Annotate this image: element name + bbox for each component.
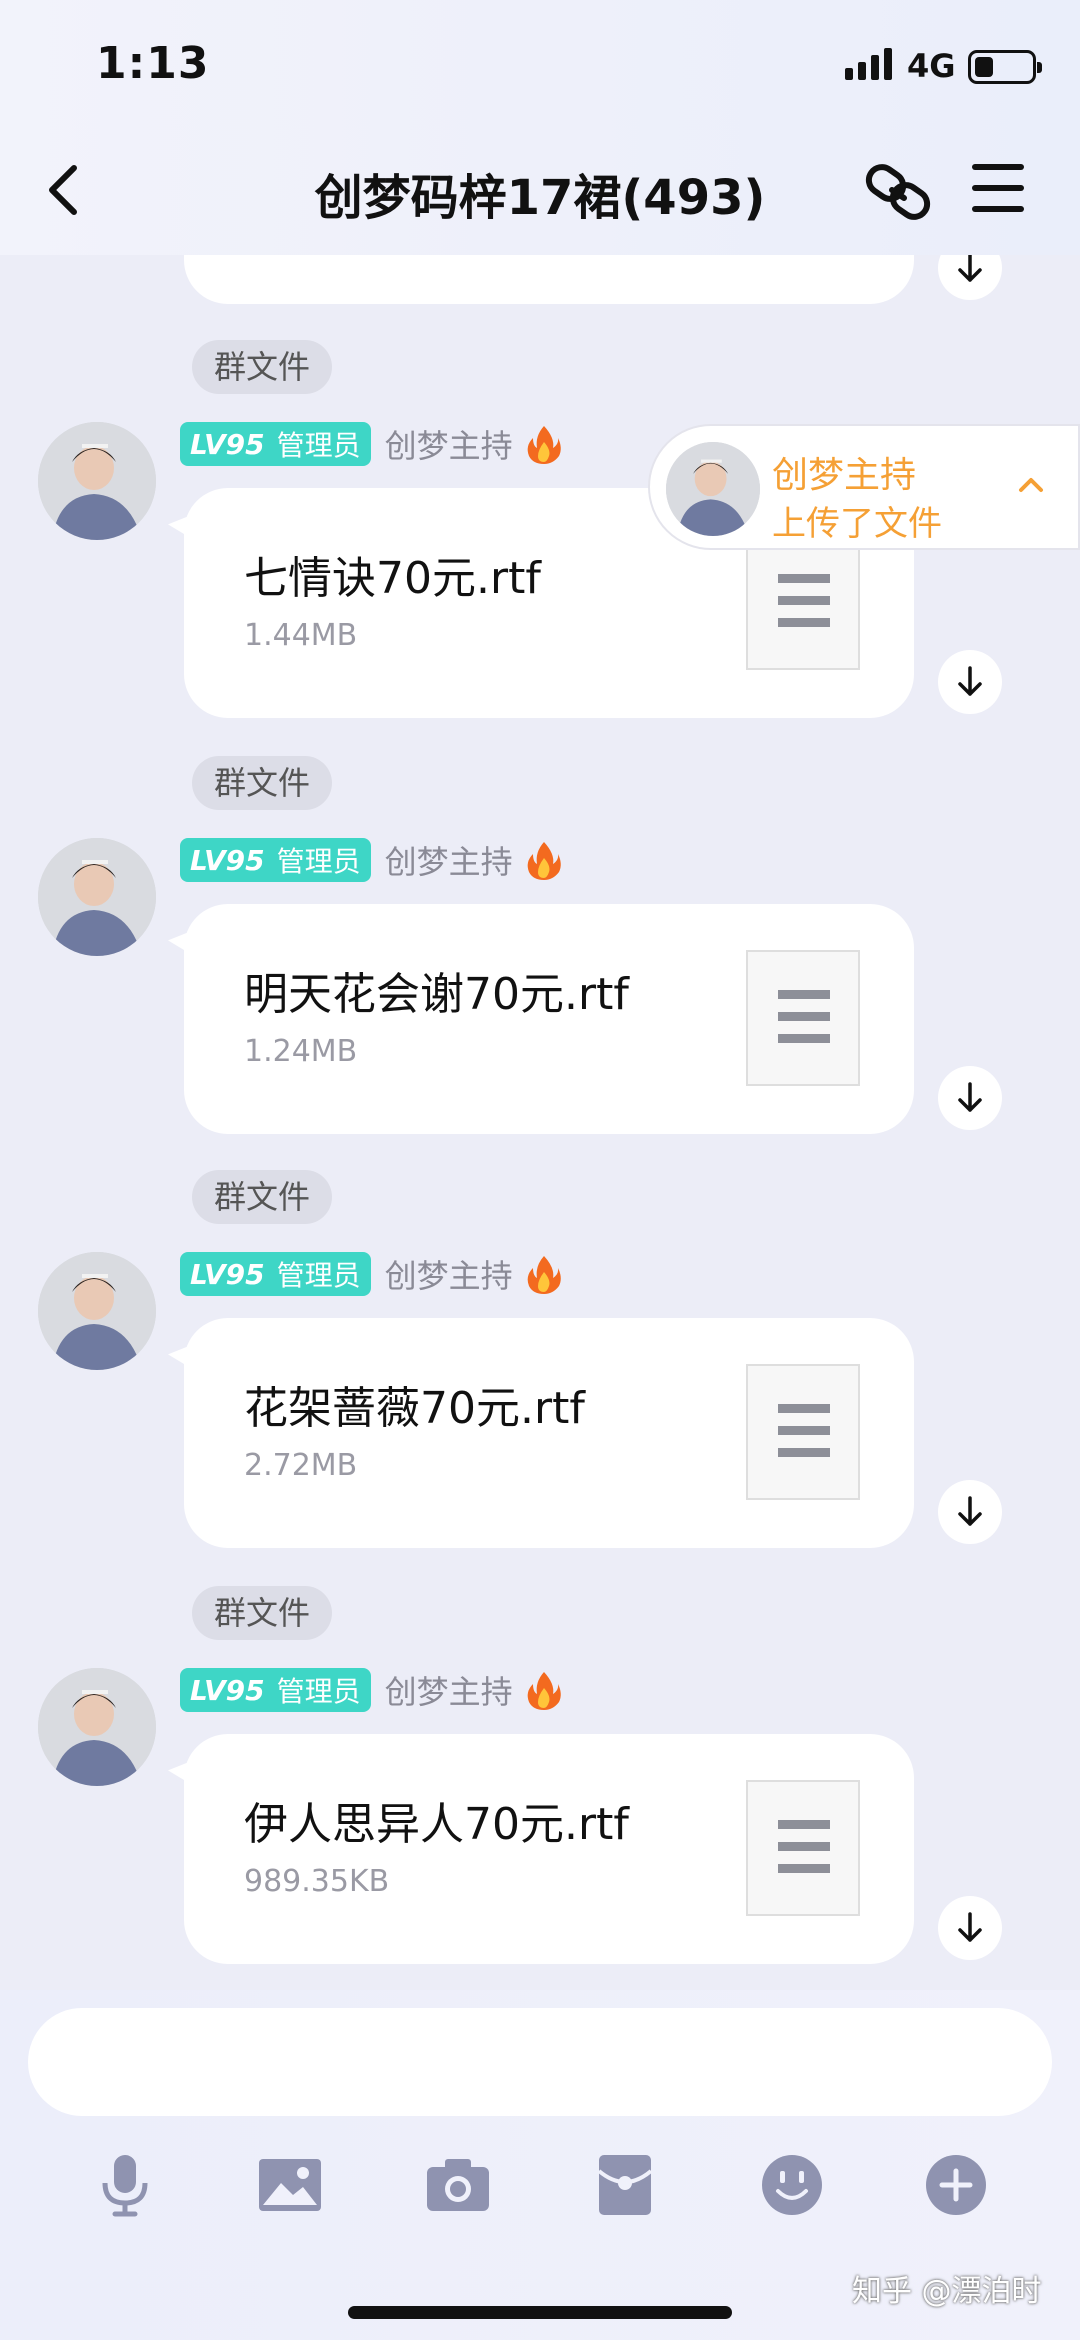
top-bar: 1:13 4G 创梦码梓17裙(493) xyxy=(0,0,1080,255)
watermark: 知乎 @漂泊时 xyxy=(852,2274,1042,2309)
level-badge: LV95 管理员 xyxy=(180,838,371,882)
level-number: LV95 xyxy=(190,427,265,461)
notify-sender: 创梦主持 xyxy=(772,455,917,496)
level-number: LV95 xyxy=(190,1673,265,1707)
notify-text: 上传了文件 xyxy=(772,504,942,544)
microphone-icon[interactable] xyxy=(90,2150,160,2220)
avatar[interactable] xyxy=(38,1252,156,1370)
file-name: 花架蔷薇70元.rtf xyxy=(244,1383,585,1434)
chevron-up-icon[interactable] xyxy=(1016,470,1046,500)
file-bubble[interactable]: 花架蔷薇70元.rtf 2.72MB xyxy=(184,1318,914,1548)
message-input[interactable] xyxy=(28,2008,1052,2116)
camera-icon[interactable] xyxy=(423,2150,493,2220)
file-size: 1.24MB xyxy=(244,1034,358,1069)
file-name: 七情诀70元.rtf xyxy=(244,553,541,604)
file-icon xyxy=(746,1780,860,1916)
message-list[interactable]: 群文件 LV95 管理员 创梦主持 七情诀70元.rtf 1.44MB 群文件 L… xyxy=(0,0,1080,1990)
fire-icon xyxy=(527,842,561,880)
file-size: 2.72MB xyxy=(244,1448,358,1483)
upload-notification[interactable]: 创梦主持 上传了文件 xyxy=(648,424,1080,550)
sender-meta: LV95 管理员 创梦主持 xyxy=(180,422,563,466)
sender-name[interactable]: 创梦主持 xyxy=(385,837,513,883)
network-type: 4G xyxy=(907,47,956,85)
level-number: LV95 xyxy=(190,1257,265,1291)
level-badge: LV95 管理员 xyxy=(180,1252,371,1296)
group-file-tag: 群文件 xyxy=(192,756,333,810)
avatar[interactable] xyxy=(38,838,156,956)
group-file-tag: 群文件 xyxy=(192,1170,333,1224)
file-icon xyxy=(746,534,860,670)
sender-name[interactable]: 创梦主持 xyxy=(385,1667,513,1713)
menu-button[interactable] xyxy=(972,164,1024,212)
level-badge: LV95 管理员 xyxy=(180,1668,371,1712)
download-icon[interactable] xyxy=(938,1066,1002,1130)
emoji-icon[interactable] xyxy=(757,2150,827,2220)
file-icon xyxy=(746,1364,860,1500)
role-label: 管理员 xyxy=(276,845,361,878)
role-label: 管理员 xyxy=(276,1259,361,1292)
file-size: 1.44MB xyxy=(244,618,358,653)
level-number: LV95 xyxy=(190,843,265,877)
file-icon xyxy=(746,950,860,1086)
notify-avatar xyxy=(666,442,760,536)
group-file-tag: 群文件 xyxy=(192,340,333,394)
sender-meta: LV95 管理员 创梦主持 xyxy=(180,838,563,882)
role-label: 管理员 xyxy=(276,1675,361,1708)
link-icon[interactable] xyxy=(862,156,934,228)
avatar[interactable] xyxy=(38,422,156,540)
plus-icon[interactable] xyxy=(921,2150,991,2220)
download-icon[interactable] xyxy=(938,650,1002,714)
sender-name[interactable]: 创梦主持 xyxy=(385,421,513,467)
avatar[interactable] xyxy=(38,1668,156,1786)
home-indicator[interactable] xyxy=(348,2306,732,2319)
fire-icon xyxy=(527,1672,561,1710)
battery-icon xyxy=(968,50,1042,84)
file-bubble[interactable]: 明天花会谢70元.rtf 1.24MB xyxy=(184,904,914,1134)
image-icon[interactable] xyxy=(255,2150,325,2220)
sender-meta: LV95 管理员 创梦主持 xyxy=(180,1252,563,1296)
signal-icon xyxy=(845,48,892,80)
fire-icon xyxy=(527,1256,561,1294)
status-time: 1:13 xyxy=(96,38,210,89)
file-name: 伊人思异人70元.rtf xyxy=(244,1799,629,1850)
red-packet-icon[interactable] xyxy=(590,2150,660,2220)
role-label: 管理员 xyxy=(276,429,361,462)
download-icon[interactable] xyxy=(938,1480,1002,1544)
file-name: 明天花会谢70元.rtf xyxy=(244,969,629,1020)
sender-meta: LV95 管理员 创梦主持 xyxy=(180,1668,563,1712)
level-badge: LV95 管理员 xyxy=(180,422,371,466)
download-icon[interactable] xyxy=(938,1896,1002,1960)
sender-name[interactable]: 创梦主持 xyxy=(385,1251,513,1297)
file-size: 989.35KB xyxy=(244,1864,390,1899)
fire-icon xyxy=(527,426,561,464)
file-bubble[interactable]: 伊人思异人70元.rtf 989.35KB xyxy=(184,1734,914,1964)
group-file-tag: 群文件 xyxy=(192,1586,333,1640)
